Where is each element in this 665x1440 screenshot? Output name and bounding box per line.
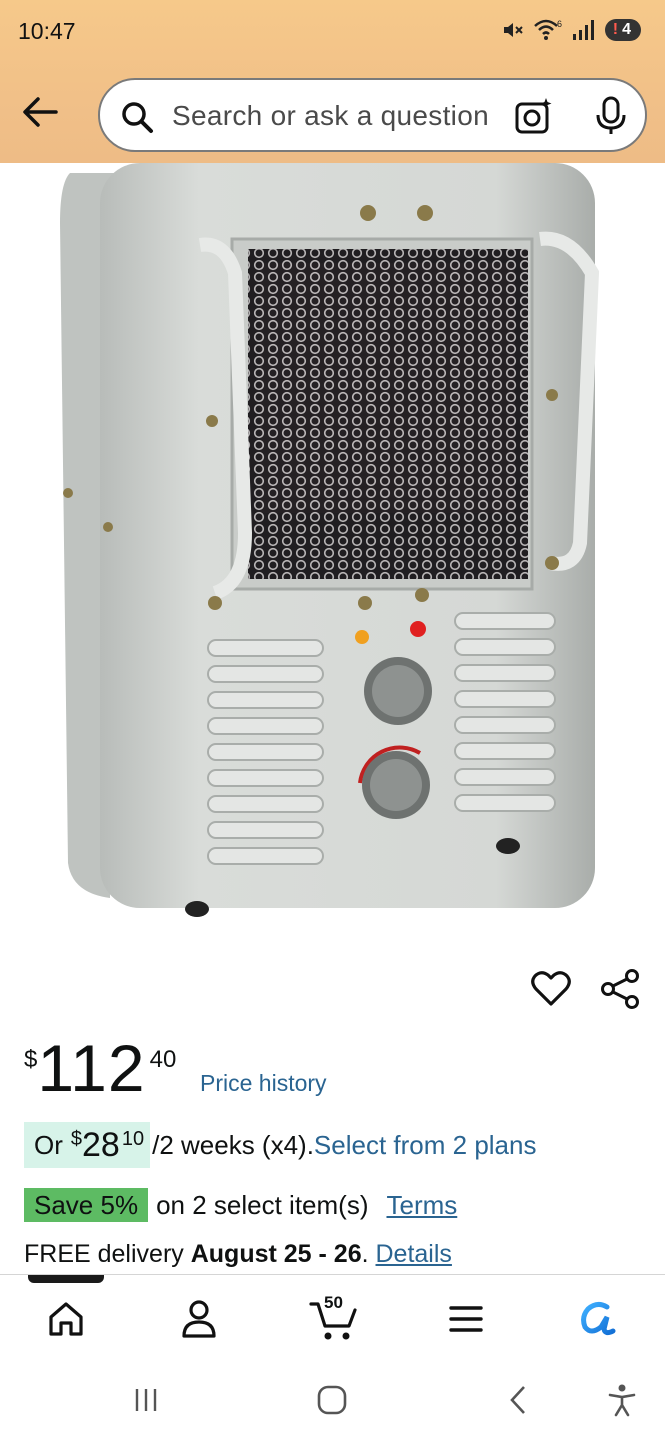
- product-price: $ 112 40: [24, 1032, 176, 1104]
- rufus-assistant-icon: [581, 1301, 616, 1336]
- recent-apps-icon: [135, 1389, 157, 1411]
- share-icon[interactable]: [600, 968, 640, 1010]
- heart-icon[interactable]: [530, 968, 572, 1008]
- savings-text: on 2 select item(s): [156, 1189, 369, 1220]
- nav-rufus[interactable]: [574, 1295, 624, 1343]
- back-arrow-icon[interactable]: [20, 95, 60, 129]
- price-whole: 112: [37, 1031, 146, 1105]
- space-heater-illustration: [60, 163, 600, 917]
- price-fraction: 40: [149, 1046, 177, 1073]
- hamburger-menu-icon: [449, 1306, 483, 1332]
- installment-whole: 28: [82, 1125, 120, 1164]
- product-image[interactable]: [0, 163, 665, 953]
- home-icon: [49, 1302, 83, 1336]
- save-badge: Save 5%: [24, 1188, 149, 1222]
- wifi-icon: 6: [533, 19, 562, 40]
- nav-account[interactable]: [174, 1295, 224, 1343]
- delivery-dates: August 25 - 26: [190, 1240, 362, 1268]
- delivery-details-link[interactable]: Details: [376, 1240, 452, 1268]
- select-plans-link[interactable]: Select from 2 plans: [314, 1130, 537, 1161]
- delivery-prefix: FREE delivery: [24, 1240, 184, 1268]
- camera-lens-icon[interactable]: [514, 96, 554, 136]
- active-tab-indicator: [28, 1275, 104, 1283]
- accessibility-button[interactable]: [604, 1380, 640, 1420]
- recent-apps-button[interactable]: [128, 1380, 164, 1420]
- app-header: 10:47 6 ! 4 Search or ask a question: [0, 0, 665, 163]
- home-circle-icon: [317, 1385, 347, 1415]
- wifi-badge: 6: [557, 19, 562, 29]
- installment-term: /2 weeks (x4).: [152, 1129, 314, 1160]
- status-icons: 6 ! 4: [501, 18, 641, 42]
- nav-menu[interactable]: [441, 1295, 491, 1343]
- installment-highlight: Or $ 28 10: [24, 1122, 151, 1168]
- delivery-period: .: [361, 1240, 369, 1268]
- savings-row: Save 5% on 2 select item(s) Terms: [24, 1188, 457, 1222]
- bottom-navigation: 50: [0, 1274, 665, 1360]
- price-currency-symbol: $: [24, 1046, 38, 1073]
- search-icon: [122, 102, 153, 133]
- battery-warning-icon: !: [612, 21, 619, 38]
- system-navigation-bar: [0, 1360, 665, 1440]
- status-time: 10:47: [18, 18, 76, 44]
- account-icon: [182, 1300, 216, 1338]
- search-bar[interactable]: Search or ask a question: [98, 78, 647, 152]
- signal-icon: [572, 20, 594, 40]
- search-input[interactable]: Search or ask a question: [172, 100, 489, 132]
- microphone-icon[interactable]: [594, 96, 628, 136]
- terms-link[interactable]: Terms: [386, 1190, 457, 1221]
- installment-prefix: Or: [34, 1129, 63, 1160]
- installment-offer: Or $ 28 10 /2 weeks (x4). Select from 2 …: [24, 1122, 536, 1168]
- delivery-info: FREE delivery August 25 - 26. Details: [24, 1240, 452, 1269]
- chevron-left-icon: [510, 1386, 525, 1414]
- accessibility-icon: [608, 1384, 636, 1417]
- home-button[interactable]: [314, 1380, 350, 1420]
- nav-home[interactable]: [41, 1295, 91, 1343]
- installment-fraction: 10: [121, 1127, 145, 1150]
- battery-indicator: ! 4: [604, 19, 641, 41]
- system-back-button[interactable]: [500, 1380, 536, 1420]
- installment-currency-symbol: $: [70, 1127, 83, 1150]
- battery-level: 4: [622, 21, 631, 38]
- price-history-link[interactable]: Price history: [200, 1070, 327, 1097]
- mute-icon: [503, 23, 523, 37]
- cart-count-badge: 50: [324, 1293, 343, 1312]
